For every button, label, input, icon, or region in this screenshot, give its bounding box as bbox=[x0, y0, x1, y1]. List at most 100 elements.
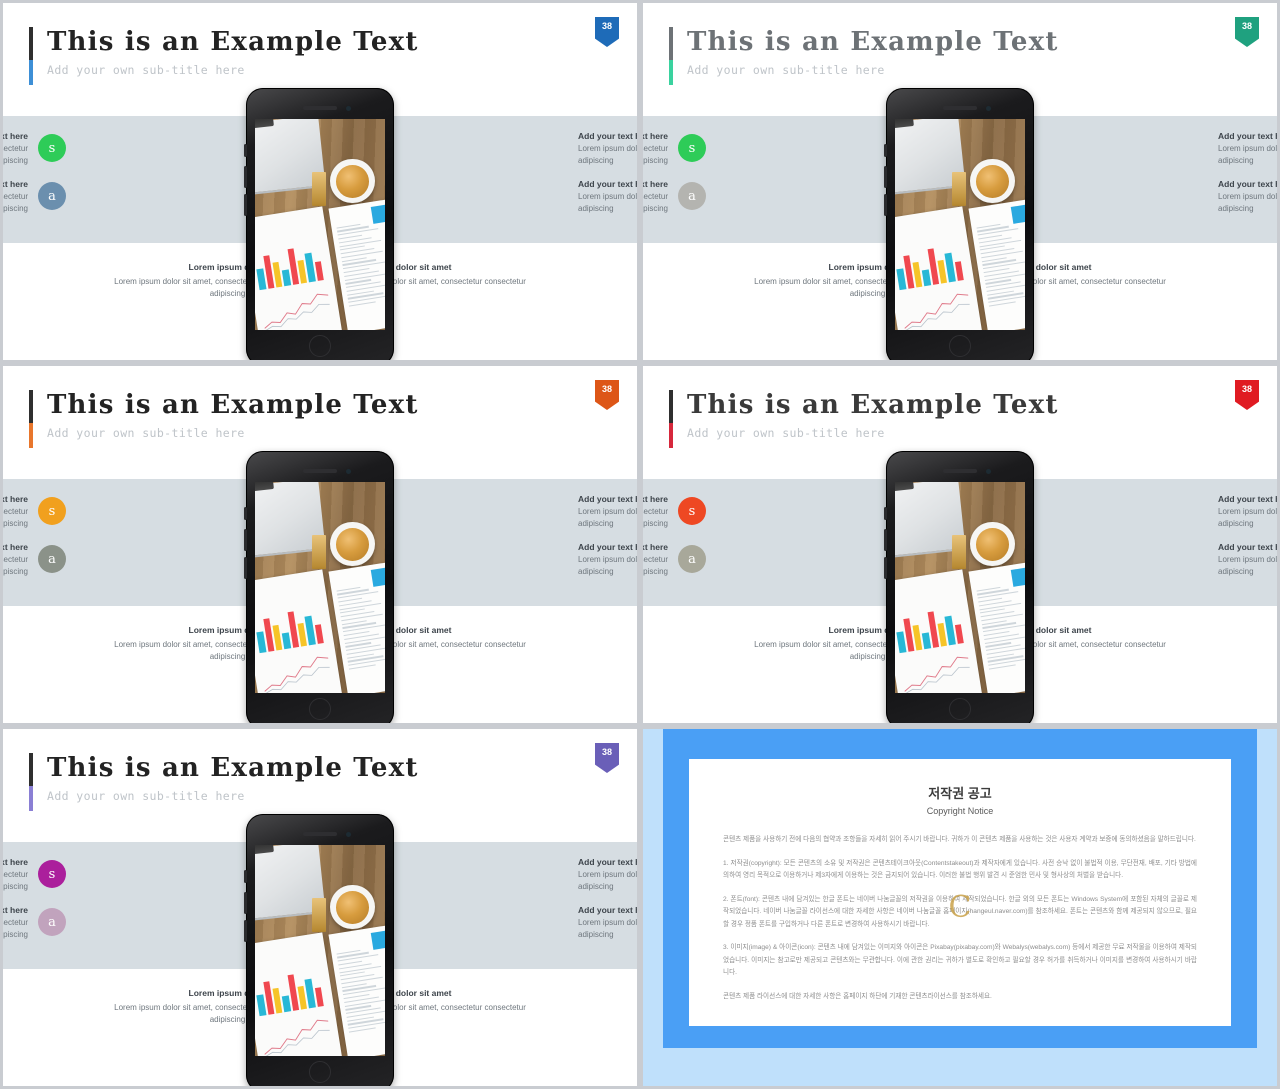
photo-bar-chart bbox=[895, 607, 964, 654]
photo-doc-tag bbox=[1011, 567, 1025, 587]
phone-side-button[interactable] bbox=[244, 529, 247, 551]
bullet-text-block: Add your text here Lorem ipsum dolor sit … bbox=[640, 541, 668, 577]
phone-side-button[interactable] bbox=[244, 557, 247, 579]
page-subtitle: Add your own sub-title here bbox=[47, 789, 245, 803]
phone-side-button[interactable] bbox=[884, 529, 887, 551]
bullet-text-block: Add your text here Lorem ipsum dolor sit … bbox=[640, 130, 668, 166]
photo-line-chart bbox=[263, 1019, 330, 1056]
title-accent-top bbox=[669, 27, 673, 60]
phone-home-button[interactable] bbox=[309, 698, 331, 720]
phone-side-button[interactable] bbox=[884, 557, 887, 579]
photo-bar bbox=[954, 261, 964, 282]
bullet-description: Lorem ipsum dolor sit amet, consectetur … bbox=[578, 507, 638, 528]
photo-doc-line bbox=[989, 301, 1017, 308]
phone-side-button[interactable] bbox=[244, 920, 247, 942]
bullet-item-a: Add your text here Lorem ipsum dolor sit … bbox=[640, 541, 706, 577]
bullet-description: Lorem ipsum dolor sit amet, consectetur … bbox=[578, 870, 638, 891]
bullet-text-block: Add your text here Lorem ipsum dolor sit … bbox=[643, 493, 668, 529]
bullet-description: Lorem ipsum dolor sit amet, consectetur … bbox=[578, 555, 638, 576]
bullet-text-block: Add your text here Lorem ipsum dolor sit … bbox=[3, 541, 28, 577]
slide-green: This is an Example Text Add your own sub-… bbox=[640, 0, 1280, 363]
bullet-title: Add your text here bbox=[0, 857, 28, 867]
phone-camera-icon bbox=[986, 469, 991, 474]
photo-bar bbox=[954, 624, 964, 645]
bullet-marker-s[interactable]: s bbox=[38, 134, 66, 162]
phone-side-button[interactable] bbox=[884, 166, 887, 188]
phone-side-button[interactable] bbox=[244, 166, 247, 188]
bullet-description: Lorem ipsum dolor sit amet, consectetur … bbox=[640, 144, 668, 165]
phone-side-button[interactable] bbox=[884, 144, 887, 157]
phone-mockup bbox=[884, 88, 1034, 360]
phone-side-button[interactable] bbox=[244, 507, 247, 520]
photo-bar-chart bbox=[895, 244, 964, 291]
bullet-item-s: Add your text here Lorem ipsum dolor sit … bbox=[640, 130, 706, 166]
bullet-marker-a[interactable]: a bbox=[678, 182, 706, 210]
photo-bar-chart bbox=[255, 970, 324, 1017]
bullet-item-b: Add your text here Lorem ipsum dolor sit … bbox=[578, 541, 640, 577]
phone-speaker-icon bbox=[943, 469, 977, 473]
title-accent-top bbox=[29, 27, 33, 60]
phone-speaker-icon bbox=[943, 106, 977, 110]
photo-bar bbox=[282, 632, 291, 650]
bullet-item-a: Add your text here Lorem ipsum dolor sit … bbox=[640, 178, 706, 214]
copyright-heading-ko: 저작권 공고 bbox=[928, 786, 992, 801]
copyright-frame: 저작권 공고 Copyright Notice 콘텐츠 제품을 사용하기 전에 다음… bbox=[663, 729, 1257, 1048]
bullet-description: Lorem ipsum dolor sit amet, consectetur … bbox=[640, 192, 668, 213]
bullet-marker-s[interactable]: s bbox=[38, 860, 66, 888]
phone-camera-icon bbox=[346, 469, 351, 474]
bullet-marker-a[interactable]: a bbox=[38, 908, 66, 936]
photo-bar bbox=[282, 269, 291, 287]
photo-bar bbox=[314, 987, 324, 1008]
bullet-text-block: Add your text here Lorem ipsum dolor sit … bbox=[3, 130, 28, 166]
bullet-marker-a[interactable]: a bbox=[38, 182, 66, 210]
bullet-text-block: Add your text here Lorem ipsum dolor sit … bbox=[1218, 130, 1278, 166]
bullet-marker-s[interactable]: s bbox=[678, 497, 706, 525]
bullet-marker-s[interactable]: s bbox=[678, 134, 706, 162]
bullet-title: Add your text here bbox=[640, 179, 668, 189]
title-accent-bar bbox=[29, 753, 33, 811]
bullet-marker-a[interactable]: a bbox=[38, 545, 66, 573]
bullet-item-s: Add your text here Lorem ipsum dolor sit … bbox=[643, 493, 706, 529]
title-accent-bottom bbox=[29, 60, 33, 85]
phone-home-button[interactable] bbox=[949, 335, 971, 357]
photo-doc-tag bbox=[371, 930, 385, 950]
phone-home-button[interactable] bbox=[949, 698, 971, 720]
phone-mockup bbox=[244, 814, 394, 1086]
bullet-title: Add your text here bbox=[578, 905, 640, 915]
bullet-title: Add your text here bbox=[578, 857, 640, 867]
photo-coffee-cup bbox=[970, 522, 1015, 567]
bullet-description: Lorem ipsum dolor sit amet, consectetur … bbox=[578, 192, 638, 213]
bullet-text-block: Add your text here Lorem ipsum dolor sit … bbox=[640, 178, 668, 214]
bullet-marker-a[interactable]: a bbox=[678, 545, 706, 573]
copyright-paragraph-2: 1. 저작권(copyright): 모든 콘텐츠의 소유 및 저작권은 콘텐츠… bbox=[723, 859, 1197, 880]
bullet-text-block: Add your text here Lorem ipsum dolor sit … bbox=[578, 178, 640, 214]
bullet-item-s: Add your text here Lorem ipsum dolor sit … bbox=[0, 856, 66, 892]
phone-side-button[interactable] bbox=[244, 892, 247, 914]
photo-bar bbox=[282, 995, 291, 1013]
phone-mockup bbox=[884, 451, 1034, 723]
title-accent-bottom bbox=[29, 423, 33, 448]
page-title: This is an Example Text bbox=[47, 27, 419, 57]
bullet-item-b: Add your text here Lorem ipsum dolor sit … bbox=[578, 904, 640, 940]
title-accent-bottom bbox=[669, 423, 673, 448]
bullet-title: Add your text here bbox=[578, 542, 640, 552]
photo-gold-object bbox=[312, 534, 327, 569]
phone-home-button[interactable] bbox=[309, 335, 331, 357]
phone-side-button[interactable] bbox=[884, 194, 887, 216]
phone-home-button[interactable] bbox=[309, 1061, 331, 1083]
page-subtitle: Add your own sub-title here bbox=[47, 63, 245, 77]
bullet-title: Add your text here bbox=[578, 179, 640, 189]
bullet-title: Add your text here bbox=[0, 494, 28, 504]
phone-side-button[interactable] bbox=[244, 870, 247, 883]
phone-side-button[interactable] bbox=[244, 144, 247, 157]
phone-side-button[interactable] bbox=[244, 194, 247, 216]
photo-line-chart bbox=[903, 293, 970, 330]
phone-camera-icon bbox=[346, 832, 351, 837]
phone-side-button[interactable] bbox=[884, 507, 887, 520]
bullet-title: Add your text here bbox=[578, 131, 640, 141]
bullet-description: Lorem ipsum dolor sit amet, consectetur … bbox=[640, 555, 668, 576]
bullet-description: Lorem ipsum dolor sit amet, consectetur … bbox=[1218, 144, 1278, 165]
copyright-slide: 저작권 공고 Copyright Notice 콘텐츠 제품을 사용하기 전에 다음… bbox=[640, 726, 1280, 1089]
bullet-marker-s[interactable]: s bbox=[38, 497, 66, 525]
bullet-text-block: Add your text here Lorem ipsum dolor sit … bbox=[578, 130, 640, 166]
